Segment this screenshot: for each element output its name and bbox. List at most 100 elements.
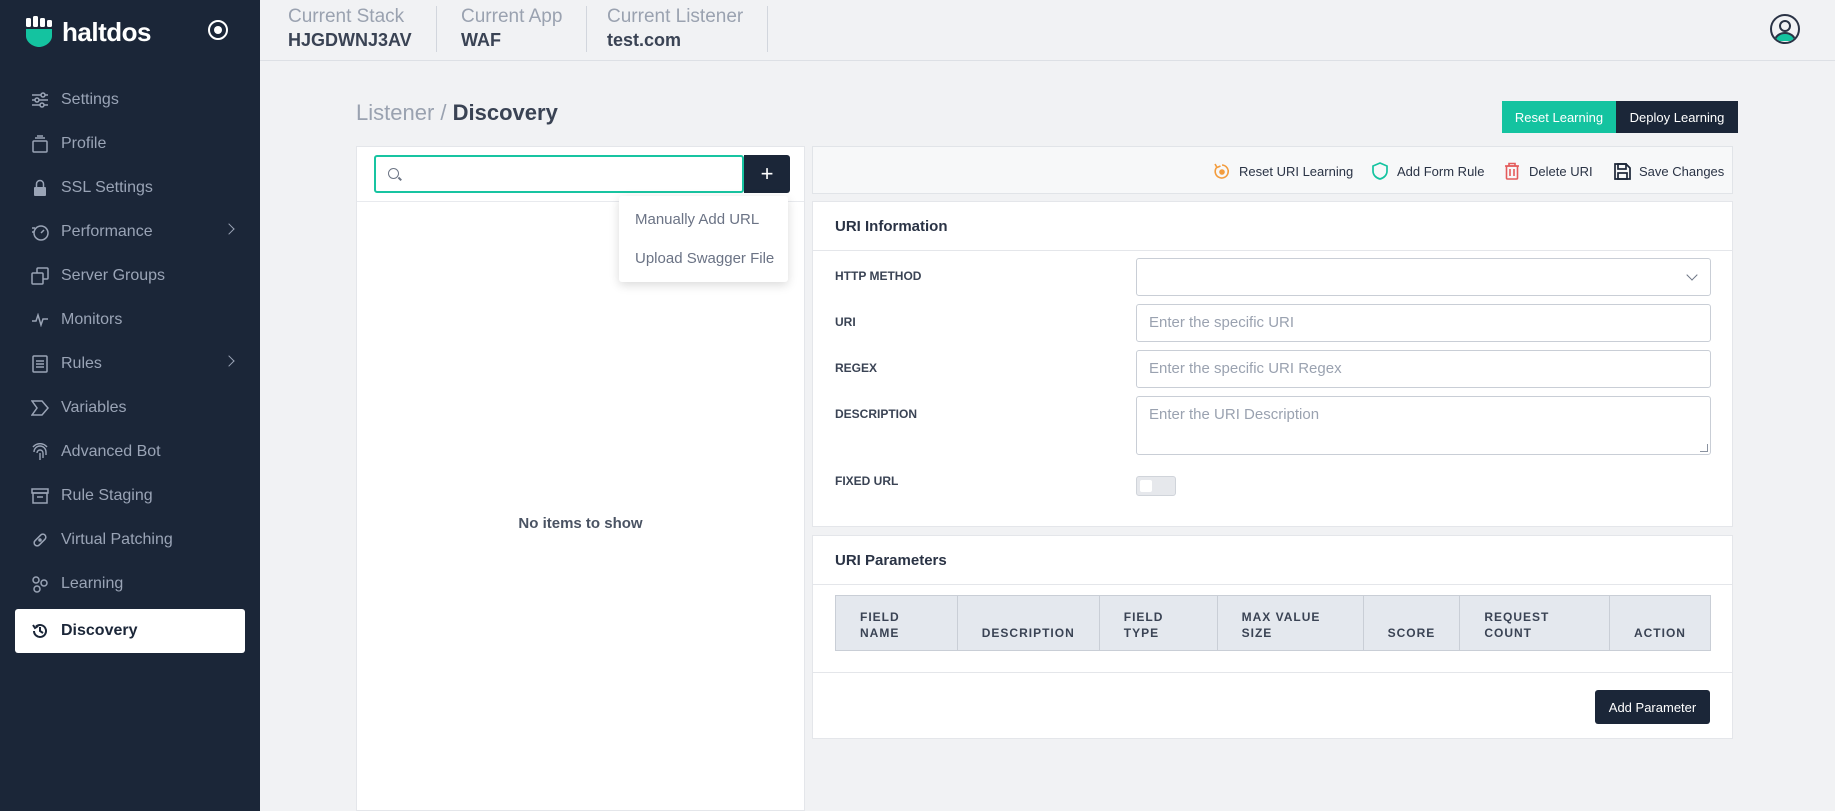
sidebar-item-label: Server Groups (61, 267, 166, 284)
add-url-button[interactable]: + (744, 155, 790, 193)
uri-information-card: URI Information HTTP METHOD URI Enter th… (812, 201, 1733, 527)
delete-uri-label: Delete URI (1529, 163, 1593, 179)
brand[interactable]: haltdos (24, 14, 151, 50)
current-listener-label: Current Listener (607, 6, 744, 27)
fixed-url-toggle[interactable] (1136, 476, 1176, 496)
chevron-down-icon (1686, 269, 1698, 281)
reset-uri-learning-button[interactable]: Reset URI Learning (1213, 161, 1353, 181)
sidebar-item-rule-staging[interactable]: Rule Staging (15, 474, 245, 518)
search-box[interactable] (374, 155, 744, 193)
divider (813, 250, 1732, 251)
uri-label: URI (835, 315, 856, 329)
sidebar-item-variables[interactable]: Variables (15, 386, 245, 430)
sidebar-item-label: Profile (61, 135, 107, 152)
sidebar-item-profile[interactable]: Profile (15, 122, 245, 166)
sidebar-item-settings[interactable]: Settings (15, 78, 245, 122)
uri-input[interactable]: Enter the specific URI (1136, 304, 1711, 342)
fixed-url-label: FIXED URL (835, 474, 899, 488)
uri-parameters-table: FIELD NAME DESCRIPTION FIELD TYPE MAX VA… (835, 595, 1712, 651)
uri-toolbar: Reset URI Learning Add Form Rule Delete … (812, 146, 1733, 194)
sidebar-item-label: Monitors (61, 311, 123, 328)
deploy-learning-button[interactable]: Deploy Learning (1616, 101, 1738, 133)
current-stack-value: HJGDWNJ3AV (288, 30, 412, 50)
pulse-icon (30, 310, 50, 330)
sidebar-item-learning[interactable]: Learning (15, 562, 245, 606)
sliders-icon (30, 90, 50, 110)
reset-uri-learning-label: Reset URI Learning (1239, 163, 1354, 179)
menu-item-upload-swagger-file[interactable]: Upload Swagger File (619, 239, 788, 278)
add-form-rule-label: Add Form Rule (1397, 163, 1485, 179)
save-changes-button[interactable]: Save Changes (1613, 161, 1724, 181)
sidebar-item-label: Rule Staging (61, 487, 153, 504)
sidebar-item-server-groups[interactable]: Server Groups (15, 254, 245, 298)
sidebar-item-monitors[interactable]: Monitors (15, 298, 245, 342)
top-bar: Current Stack HJGDWNJ3AV Current App WAF… (260, 0, 1835, 61)
empty-state: No items to show (518, 515, 643, 532)
description-textarea[interactable]: Enter the URI Description (1136, 396, 1711, 455)
divider (813, 672, 1732, 673)
sidebar-item-label: Performance (61, 223, 153, 240)
regex-input[interactable]: Enter the specific URI Regex (1136, 350, 1711, 388)
tag-icon (30, 398, 50, 418)
current-listener-value: test.com (607, 30, 682, 50)
column-header[interactable]: REQUEST COUNT (1459, 595, 1610, 651)
current-listener[interactable]: Current Listener test.com (583, 6, 769, 52)
nodes-icon (30, 574, 50, 594)
current-stack-label: Current Stack (288, 6, 405, 27)
http-method-select[interactable] (1136, 258, 1711, 296)
sidebar-item-label: Variables (61, 399, 127, 416)
menu-item-manually-add-url[interactable]: Manually Add URL (619, 200, 788, 239)
lock-icon (30, 178, 50, 198)
sidebar-item-label: Virtual Patching (61, 531, 173, 548)
current-app-label: Current App (461, 6, 563, 27)
trash-icon (1503, 162, 1521, 180)
sidebar-item-rules[interactable]: Rules (15, 342, 245, 386)
add-form-rule-button[interactable]: Add Form Rule (1371, 161, 1484, 181)
search-icon (388, 168, 399, 179)
page-title: Discovery (452, 100, 558, 125)
column-header[interactable]: ACTION (1608, 595, 1712, 651)
breadcrumb-parent[interactable]: Listener / (356, 100, 447, 125)
current-app-value: WAF (461, 30, 501, 50)
save-changes-label: Save Changes (1639, 163, 1725, 179)
breadcrumb: Listener / Discovery (356, 100, 558, 126)
uri-information-title: URI Information (835, 218, 948, 235)
gauge-icon (30, 222, 50, 242)
delete-uri-button[interactable]: Delete URI (1503, 161, 1593, 181)
sidebar-item-ssl-settings[interactable]: SSL Settings (15, 166, 245, 210)
chevron-right-icon (223, 223, 235, 235)
bandage-icon (30, 530, 50, 550)
current-stack[interactable]: Current Stack HJGDWNJ3AV (264, 6, 437, 52)
reset-icon (1213, 162, 1231, 180)
profile-icon (30, 134, 50, 154)
add-parameter-button[interactable]: Add Parameter (1595, 690, 1710, 724)
description-label: DESCRIPTION (835, 407, 918, 421)
archive-icon (30, 486, 50, 506)
column-header[interactable]: FIELD NAME (835, 595, 958, 651)
reset-learning-button[interactable]: Reset Learning (1502, 101, 1616, 133)
brand-name: haltdos (62, 16, 151, 47)
sidebar-item-performance[interactable]: Performance (15, 210, 245, 254)
fingerprint-icon (30, 442, 50, 462)
search-input[interactable] (408, 165, 728, 185)
shield-icon (1371, 162, 1389, 180)
column-header[interactable]: SCORE (1362, 595, 1461, 651)
sidebar-item-discovery[interactable]: Discovery (15, 609, 245, 653)
sidebar-item-label: Learning (61, 575, 124, 592)
sidebar-toggle-icon[interactable] (208, 20, 228, 40)
sidebar-item-advanced-bot[interactable]: Advanced Bot (15, 430, 245, 474)
list-icon (30, 354, 50, 374)
column-header[interactable]: MAX VALUE SIZE (1216, 595, 1364, 651)
column-header[interactable]: FIELD TYPE (1098, 595, 1218, 651)
save-icon (1613, 162, 1631, 180)
description-placeholder: Enter the URI Description (1149, 406, 1320, 423)
current-app[interactable]: Current App WAF (437, 6, 588, 52)
add-url-dropdown: Manually Add URL Upload Swagger File (619, 196, 788, 282)
sidebar-item-virtual-patching[interactable]: Virtual Patching (15, 518, 245, 562)
column-header[interactable]: DESCRIPTION (956, 595, 1100, 651)
http-method-label: HTTP METHOD (835, 269, 922, 283)
sidebar-item-label: Advanced Bot (61, 443, 161, 460)
user-avatar-icon[interactable] (1770, 14, 1800, 44)
resize-handle-icon[interactable] (1700, 444, 1708, 452)
sidebar-item-label: Discovery (61, 622, 138, 639)
